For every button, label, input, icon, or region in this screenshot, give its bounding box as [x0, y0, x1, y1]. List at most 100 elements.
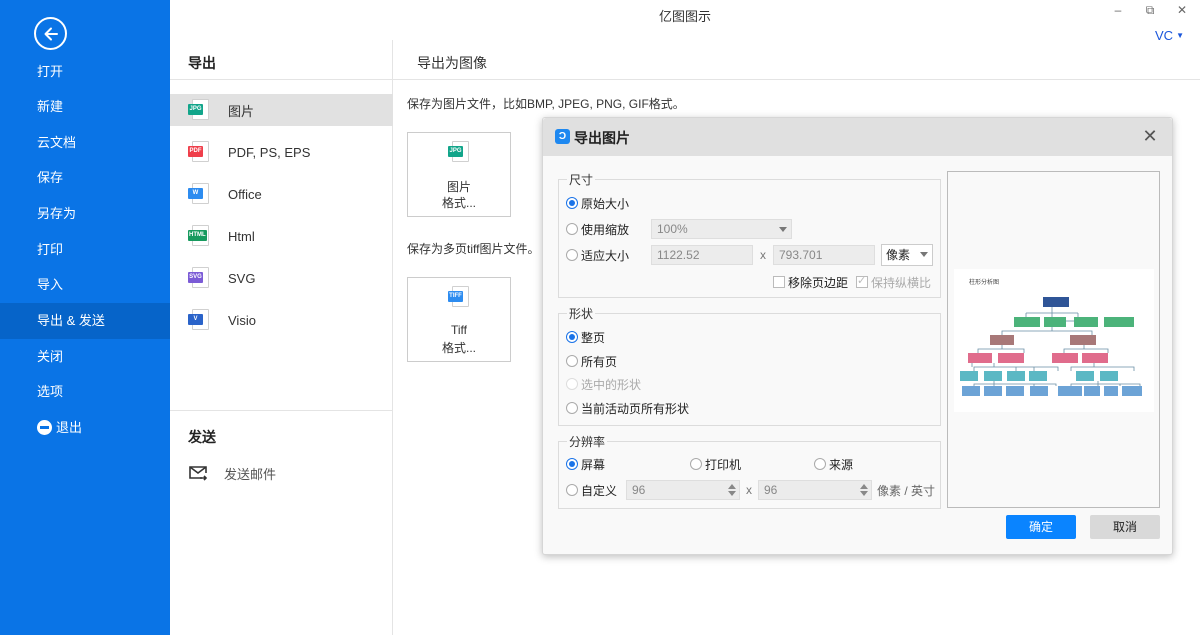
radio-source[interactable]: 来源: [814, 454, 853, 474]
send-divider: [170, 410, 393, 411]
format-item-html[interactable]: HTML Html: [170, 220, 393, 252]
size-legend: 尺寸: [569, 173, 594, 187]
sidebar-item-label: 关闭: [37, 349, 64, 364]
format-item-visio[interactable]: V Visio: [170, 304, 393, 336]
org-node: [1070, 335, 1096, 345]
restore-icon: ⧉: [1145, 3, 1155, 17]
org-node: [1043, 297, 1069, 307]
format-item-image[interactable]: JPG 图片: [170, 94, 393, 126]
html-file-icon: HTML: [188, 225, 210, 247]
radio-fit-size[interactable]: 适应大小: [566, 245, 629, 265]
radio-custom[interactable]: 自定义: [566, 480, 617, 500]
radio-label: 所有页: [581, 354, 618, 369]
user-menu[interactable]: VC ▼: [1155, 28, 1184, 43]
dialog-header: Ɔ 导出图片 ✕: [543, 118, 1172, 156]
radio-button[interactable]: [566, 402, 578, 414]
send-email-item[interactable]: 发送邮件: [188, 460, 276, 486]
radio-screen[interactable]: 屏幕: [566, 454, 605, 474]
radio-printer[interactable]: 打印机: [690, 454, 741, 474]
radio-all-pages[interactable]: 所有页: [566, 351, 617, 371]
sidebar-item-label: 导出 & 发送: [37, 313, 105, 328]
ok-button[interactable]: 确定: [1006, 515, 1076, 539]
cancel-button[interactable]: 取消: [1090, 515, 1160, 539]
checkbox[interactable]: [856, 274, 868, 288]
zoom-select[interactable]: 100%: [651, 219, 792, 239]
send-email-label: 发送邮件: [224, 466, 277, 482]
restore-button[interactable]: ⧉: [1140, 3, 1160, 19]
radio-label: 当前活动页所有形状: [581, 401, 690, 416]
org-node: [1006, 386, 1024, 396]
format-item-svg[interactable]: SVG SVG: [170, 262, 393, 294]
sidebar-item-options[interactable]: 选项: [0, 374, 170, 410]
sidebar-item-open[interactable]: 打开: [0, 54, 170, 90]
sidebar-item-print[interactable]: 打印: [0, 232, 170, 268]
card-label: Tiff: [450, 323, 467, 337]
spinner-arrows-icon[interactable]: [728, 483, 736, 497]
back-button[interactable]: [34, 17, 67, 50]
sidebar-item-save[interactable]: 保存: [0, 160, 170, 196]
radio-button[interactable]: [690, 458, 702, 470]
org-node: [998, 353, 1024, 363]
org-node: [1058, 386, 1082, 396]
unit-select[interactable]: 像素: [881, 244, 933, 266]
minimize-button[interactable]: –: [1108, 3, 1128, 19]
format-item-office[interactable]: W Office: [170, 178, 393, 210]
spinner-arrows-icon[interactable]: [860, 483, 868, 497]
radio-button[interactable]: [566, 249, 578, 261]
org-node: [960, 371, 978, 381]
radio-button[interactable]: [814, 458, 826, 470]
radio-use-zoom[interactable]: 使用缩放: [566, 219, 629, 239]
sidebar-item-label: 打开: [37, 64, 64, 79]
sidebar-item-new[interactable]: 新建: [0, 89, 170, 125]
checkbox-label: 保持纵横比: [871, 275, 932, 290]
radio-active-page-shapes[interactable]: 当前活动页所有形状: [566, 398, 689, 418]
radio-whole-page[interactable]: 整页: [566, 327, 605, 347]
radio-button[interactable]: [566, 197, 578, 209]
radio-button[interactable]: [566, 484, 578, 496]
dpi-x-input[interactable]: 96: [626, 480, 740, 500]
sidebar-item-cloud-docs[interactable]: 云文档: [0, 125, 170, 161]
sidebar-item-close[interactable]: 关闭: [0, 339, 170, 375]
export-preview: 柱形分析图: [947, 171, 1160, 508]
radio-button[interactable]: [566, 355, 578, 367]
format-label: Html: [228, 228, 255, 244]
org-node: [962, 386, 980, 396]
arrow-left-icon: [44, 27, 58, 40]
title-bar: 亿图图示 – ⧉ ✕: [170, 0, 1200, 26]
sidebar-item-exit[interactable]: 退出: [0, 410, 170, 446]
org-node: [1052, 353, 1078, 363]
org-node: [1104, 317, 1134, 327]
keep-ratio-checkbox[interactable]: 保持纵横比: [856, 272, 931, 292]
radio-label: 来源: [829, 457, 854, 472]
dpi-y-input[interactable]: 96: [758, 480, 872, 500]
radio-original-size[interactable]: 原始大小: [566, 193, 629, 213]
dpi-x-value: 96: [632, 483, 646, 497]
format-label: SVG: [228, 270, 256, 286]
org-node: [1076, 371, 1094, 381]
radio-button[interactable]: [566, 223, 578, 235]
radio-label: 原始大小: [581, 196, 630, 211]
export-image-dialog: Ɔ 导出图片 ✕ 尺寸 原始大小 使用缩放 100% 适应大小 1122.52 …: [542, 117, 1173, 555]
sidebar-item-export-send[interactable]: 导出 & 发送: [0, 303, 170, 339]
format-item-pdf[interactable]: PDF PDF, PS, EPS: [170, 136, 393, 168]
radio-button[interactable]: [566, 458, 578, 470]
header-divider: [170, 79, 1200, 80]
image-format-card[interactable]: JPG 图片 格式...: [407, 132, 511, 217]
width-input[interactable]: 1122.52: [651, 245, 753, 265]
dialog-close-button[interactable]: ✕: [1140, 126, 1160, 146]
sidebar-item-save-as[interactable]: 另存为: [0, 196, 170, 232]
close-window-button[interactable]: ✕: [1172, 3, 1192, 19]
height-input[interactable]: 793.701: [773, 245, 875, 265]
preview-page: 柱形分析图: [954, 269, 1154, 412]
radio-button[interactable]: [566, 378, 578, 390]
org-node: [984, 386, 1002, 396]
visio-file-icon: V: [188, 309, 210, 331]
remove-margin-checkbox[interactable]: 移除页边距: [773, 272, 848, 292]
radio-selected-shapes[interactable]: 选中的形状: [566, 374, 641, 394]
tiff-format-card[interactable]: TIFF Tiff 格式...: [407, 277, 511, 362]
radio-button[interactable]: [566, 331, 578, 343]
checkbox[interactable]: [773, 276, 785, 288]
org-node: [984, 371, 1002, 381]
checkbox-label: 移除页边距: [788, 275, 849, 290]
sidebar-item-import[interactable]: 导入: [0, 267, 170, 303]
